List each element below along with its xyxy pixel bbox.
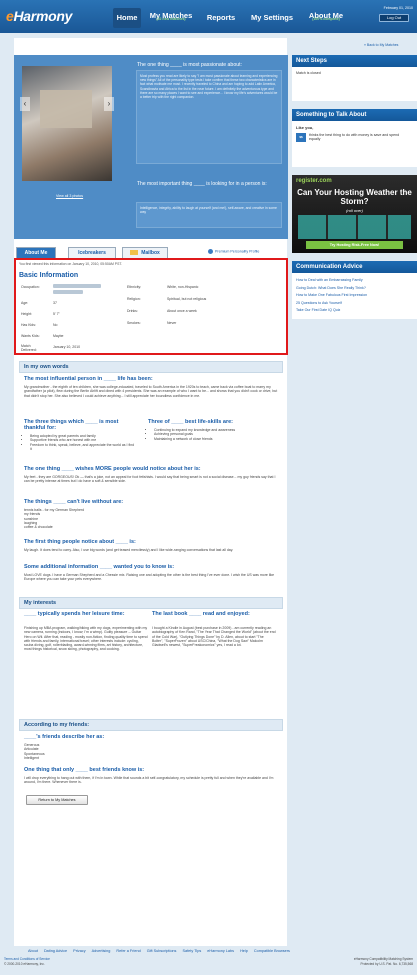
hosting-ad[interactable]: register.com Can Your Hosting Weather th… [292,175,417,253]
ad-title: Can Your Hosting Weather the Storm? [297,188,412,206]
savings-icon: $$ [296,133,306,142]
first-notice-text: My laugh. It does tend to carry. Also, I… [24,548,234,552]
footer-link[interactable]: eHarmony Labs [207,949,234,953]
thankful-heading: The three things which ____ is most than… [24,419,119,431]
highlight-box [14,258,288,355]
cant-live-list: tennis balls - for my German Shepherd my… [24,508,224,529]
envelope-icon [130,250,139,256]
back-to-matches-link[interactable]: « Back to My Matches [364,43,398,47]
friends-header: According to my friends: [19,719,283,731]
influential-text: My grandmother - the eighth of ten child… [24,385,278,398]
advice-link[interactable]: How to Make One Fabulous First Impressio… [296,292,413,300]
advice-link[interactable]: Take Our First Date IQ Quiz [296,307,413,315]
premium-profile-link[interactable]: Premium Personality Profile [208,249,259,254]
patent-line-2: Protected by U.S. Pat. No. 6,735,568 [360,962,413,966]
notice-text: My feet - they are GORGEOUS! Ok — that's… [24,475,276,484]
eharmony-logo[interactable]: eHarmony [6,8,72,24]
ad-brand: register.com [296,178,332,184]
leisure-heading: ____ typically spends her leisure time: [24,611,125,617]
notice-heading: The one thing ____ wishes MORE people wo… [24,466,201,472]
looking-title: The most important thing ____ is looking… [137,181,267,187]
skills-list: Continuing to expand my knowledge and aw… [148,428,276,441]
best-friends-heading: One thing that only ____ best friends kn… [24,767,145,773]
leisure-text: Finishing up MBA program, walking/hiking… [24,626,148,652]
next-steps-text: Match is closed [296,71,321,75]
footer-link[interactable]: Compatible Browsers [254,949,290,953]
footer-link[interactable]: Gift Subscriptions [147,949,177,953]
footer-link[interactable]: Help [240,949,248,953]
nav-my-matches[interactable]: My Matches (22 new matches) [144,8,198,28]
copyright: © 2000-2010 eHarmony, Inc. [4,962,45,966]
footer-link[interactable]: Dating Advice [44,949,67,953]
footer-link[interactable]: Privacy [73,949,85,953]
terms-link[interactable]: Terms and Conditions of Service [4,957,50,961]
footer-link[interactable]: About [28,949,38,953]
describe-heading: ____'s friends describe her as: [24,734,105,740]
passion-title: The one thing ____ is most passionate ab… [137,62,242,68]
list-item: Maintaining a network of close friends [154,437,276,441]
skills-heading: Three of ____ best life-skills are: [148,419,233,425]
book-heading: The last book ____ read and enjoyed: [152,611,250,617]
additional-text: Must LOVE dogs. I have a German Shepherd… [24,573,275,582]
communication-advice-title: Communication Advice [292,261,417,273]
thankful-list: Being adopted by great parents and famil… [24,434,136,451]
logout-button[interactable]: Log Out [379,14,409,22]
book-text: I bought a Kindle in August (best purcha… [152,626,276,648]
communication-advice-box: Communication Advice How to Deal with an… [292,261,417,319]
additional-heading: Some additional information ____ wanted … [24,564,175,570]
premium-icon [208,249,213,254]
nav-my-settings[interactable]: My Settings [244,8,300,28]
prev-photo-arrow-icon[interactable]: ‹ [20,97,30,111]
footer-links: About Dating Advice Privacy Advertising … [28,949,290,953]
view-photos-link[interactable]: View all 3 photos [56,194,83,198]
nav-about-me[interactable]: About Me (100% complete) [303,8,349,28]
advice-link[interactable]: How to Deal with an Embarrassing Family [296,277,413,285]
tab-about-me[interactable]: About Me [16,247,56,258]
right-sidebar: Next Steps Match is closed Something to … [292,55,417,327]
ad-cta-button[interactable]: Try Hosting Risk-Free Now! [306,241,403,249]
nav-reports[interactable]: Reports [201,8,241,28]
profile-tabs: About Me Icebreakers Mailbox Premium Per… [14,247,288,258]
next-steps-box: Next Steps Match is closed [292,55,417,101]
cant-live-heading: The things ____ can't live without are: [24,499,124,505]
talk-about-text: thinks the best thing to do with money i… [309,133,400,141]
best-friends-text: I will drop everything to hang out with … [24,776,274,785]
tab-mailbox[interactable]: Mailbox [122,247,168,258]
passion-text: Most profess you read are likely to say … [136,70,282,164]
nav-home[interactable]: Home [113,8,141,28]
advice-link[interactable]: Going Dutch: What Does She Really Think? [296,285,413,293]
return-to-matches-button[interactable]: Return to My Matches [26,795,88,805]
tab-icebreakers[interactable]: Icebreakers [68,247,116,258]
footer: About Dating Advice Privacy Advertising … [0,948,417,975]
describe-list: Generous Articulate Spontaneous Intellig… [24,743,224,760]
looking-text: Intelligence, integrity, ability to laug… [136,202,282,228]
like-you-label: Like you, [296,125,314,130]
talk-about-title: Something to Talk About [292,109,417,121]
list-item: Freedom to think, speak, believe, and ap… [30,443,136,452]
talk-about-box: Something to Talk About Like you, $$ thi… [292,109,417,167]
interests-header: My interests [19,597,283,609]
current-date: February 01, 2010 [383,6,413,10]
footer-link[interactable]: Safety Tips [182,949,201,953]
first-notice-heading: The first thing people notice about ____… [24,539,136,545]
footer-link[interactable]: Advertising [92,949,111,953]
patent-line-1: eHarmony Compatibility Matching System [353,957,413,961]
list-item: Intelligent [24,755,39,760]
own-words-header: In my own words [19,361,283,373]
ad-graphic [298,215,411,239]
advice-link[interactable]: 25 Questions to Ask Yourself [296,300,413,308]
influential-heading: The most influential person in ____ life… [24,376,153,382]
ad-subtitle: (roll over) [346,208,363,213]
list-item: coffee & chocolate [24,525,53,530]
photo-blur [40,90,92,128]
next-photo-arrow-icon[interactable]: › [104,97,114,111]
footer-link[interactable]: Refer a Friend [116,949,140,953]
next-steps-title: Next Steps [292,55,417,67]
